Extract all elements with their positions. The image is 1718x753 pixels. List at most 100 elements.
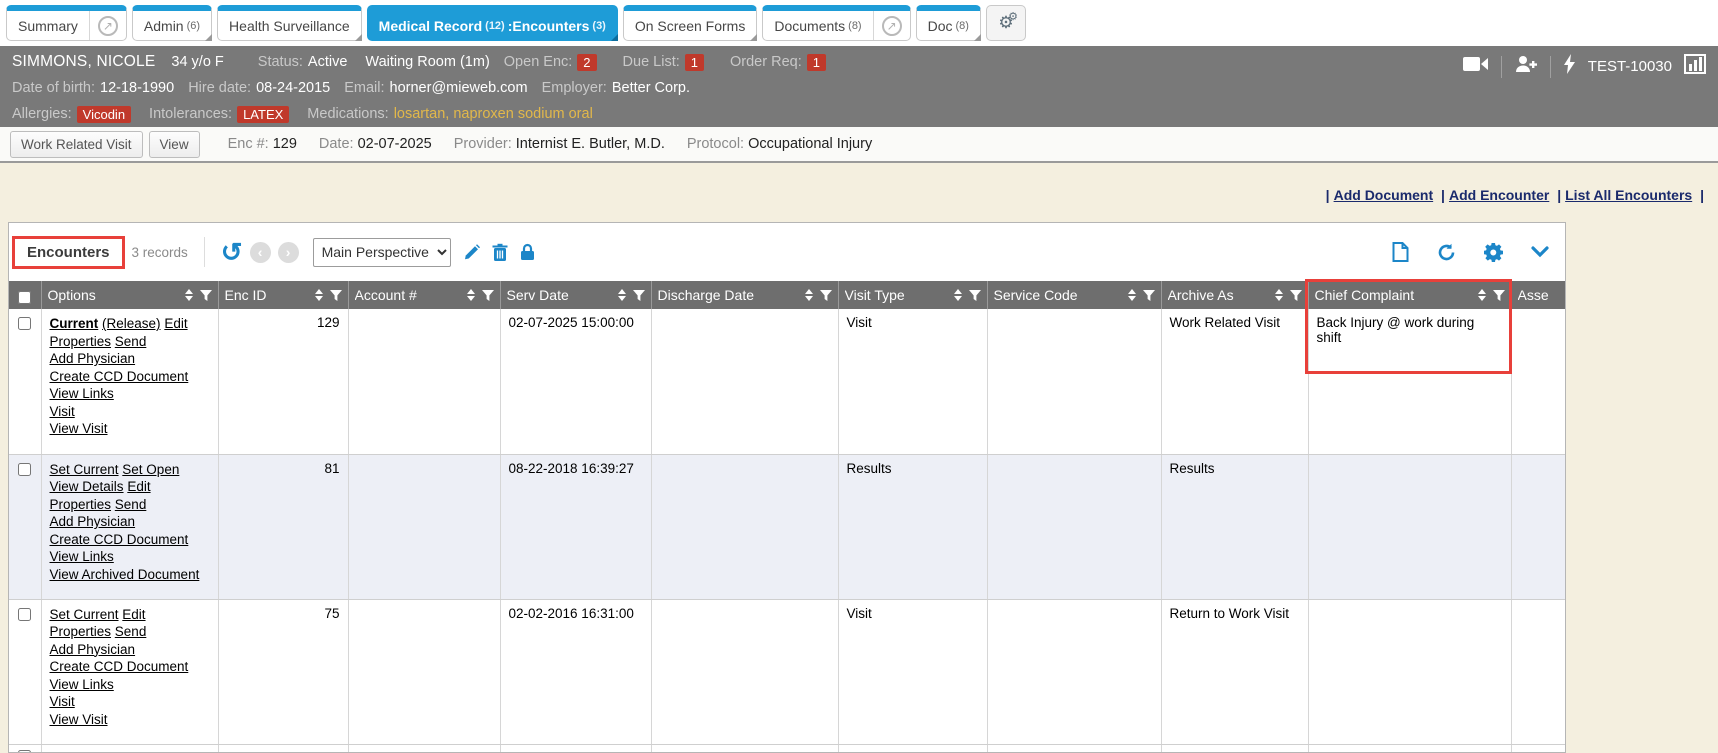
option-link-create-ccd-document[interactable]: Create CCD Document — [50, 369, 189, 384]
option-link-properties[interactable]: Properties — [50, 624, 112, 639]
column-header-enc-id[interactable]: Enc ID — [218, 281, 348, 309]
tab-medical-record[interactable]: Medical Record(12):Encounters(3) — [367, 5, 618, 41]
column-header-account-[interactable]: Account # — [348, 281, 500, 309]
tab-admin[interactable]: Admin(6) — [132, 5, 212, 41]
prev-page-icon[interactable]: ‹ — [250, 242, 271, 263]
option-link-send[interactable]: Send — [115, 624, 147, 639]
option-link-set-current[interactable]: Set Current — [50, 462, 119, 477]
list-all-encounters-link[interactable]: List All Encounters — [1565, 187, 1692, 203]
option-link-add-physician[interactable]: Add Physician — [50, 642, 136, 657]
add-encounter-link[interactable]: Add Encounter — [1449, 187, 1549, 203]
add-document-link[interactable]: Add Document — [1334, 187, 1434, 203]
filter-funnel-icon[interactable] — [482, 290, 494, 301]
column-header-options[interactable]: Options — [41, 281, 218, 309]
column-header-serv-date[interactable]: Serv Date — [500, 281, 651, 309]
view-button[interactable]: View — [149, 131, 200, 158]
column-header-archive-as[interactable]: Archive As — [1161, 281, 1308, 309]
sort-icon[interactable] — [954, 289, 962, 301]
sort-icon[interactable] — [467, 289, 475, 301]
open-enc-badge[interactable]: 2 — [577, 54, 596, 71]
option-link-view-links[interactable]: View Links — [50, 549, 114, 564]
tab-health-surveillance[interactable]: Health Surveillance — [217, 5, 362, 41]
option-link-view-visit[interactable]: View Visit — [50, 421, 108, 436]
column-header-service-code[interactable]: Service Code — [987, 281, 1161, 309]
sort-icon[interactable] — [805, 289, 813, 301]
row-checkbox[interactable] — [18, 608, 31, 621]
next-page-icon[interactable]: › — [278, 242, 299, 263]
column-header-discharge-date[interactable]: Discharge Date — [651, 281, 838, 309]
option-link-properties[interactable]: Properties — [50, 497, 112, 512]
tab-popout-section[interactable]: ↗ — [873, 11, 910, 40]
option-link-edit[interactable]: Edit — [164, 316, 187, 331]
option-link--release-[interactable]: (Release) — [102, 316, 161, 331]
option-link-send[interactable]: Send — [115, 497, 147, 512]
perspective-select[interactable]: Main Perspective — [313, 238, 451, 267]
option-link-current[interactable]: Current — [50, 316, 99, 331]
option-link-view-details[interactable]: View Details — [50, 479, 124, 494]
tab-summary[interactable]: Summary↗ — [6, 5, 127, 41]
new-document-icon[interactable] — [1392, 242, 1409, 262]
filter-funnel-icon[interactable] — [200, 290, 212, 301]
add-person-icon[interactable] — [1514, 54, 1538, 79]
option-link-set-current[interactable]: Set Current — [50, 607, 119, 622]
video-call-icon[interactable] — [1463, 55, 1489, 78]
intolerance-badge[interactable]: LATEX — [237, 106, 289, 123]
tab-settings-button[interactable]: ⚙ ⚙ — [986, 5, 1026, 41]
due-list-badge[interactable]: 1 — [685, 54, 704, 71]
order-req-badge[interactable]: 1 — [807, 54, 826, 71]
select-all-checkbox[interactable] — [18, 291, 31, 304]
sort-icon[interactable] — [618, 289, 626, 301]
refresh-icon[interactable] — [1437, 243, 1456, 262]
option-link-view-archived-document[interactable]: View Archived Document — [50, 567, 200, 582]
option-link-add-physician[interactable]: Add Physician — [50, 514, 136, 529]
sort-icon[interactable] — [315, 289, 323, 301]
row-checkbox[interactable] — [18, 750, 31, 753]
option-link-view-links[interactable]: View Links — [50, 677, 114, 692]
tab-doc[interactable]: Doc(8) — [916, 5, 981, 41]
sort-icon[interactable] — [1128, 289, 1136, 301]
edit-pencil-icon[interactable] — [463, 244, 480, 261]
intolerances-label: Intolerances: — [149, 106, 232, 122]
column-header-asse[interactable]: Asse — [1511, 281, 1566, 309]
sort-icon[interactable] — [1275, 289, 1283, 301]
column-header-visit-type[interactable]: Visit Type — [838, 281, 987, 309]
row-checkbox[interactable] — [18, 463, 31, 476]
option-link-visit[interactable]: Visit — [50, 404, 75, 419]
option-link-send[interactable]: Send — [115, 334, 147, 349]
row-checkbox[interactable] — [18, 317, 31, 330]
filter-funnel-icon[interactable] — [633, 290, 645, 301]
option-link-create-ccd-document[interactable]: Create CCD Document — [50, 659, 189, 674]
column-header-chief-complaint[interactable]: Chief Complaint — [1308, 281, 1511, 309]
option-link-create-ccd-document[interactable]: Create CCD Document — [50, 532, 189, 547]
work-related-visit-button[interactable]: Work Related Visit — [10, 131, 143, 158]
chart-stats-icon[interactable] — [1684, 54, 1706, 79]
sort-icon[interactable] — [1478, 289, 1486, 301]
filter-funnel-icon[interactable] — [1143, 290, 1155, 301]
delete-trash-icon[interactable] — [492, 243, 508, 261]
undo-icon[interactable]: ↺ — [221, 239, 243, 265]
sort-icon[interactable] — [185, 289, 193, 301]
tab-on-screen-forms[interactable]: On Screen Forms — [623, 5, 757, 41]
filter-funnel-icon[interactable] — [820, 290, 832, 301]
option-link-view-visit[interactable]: View Visit — [50, 712, 108, 727]
column-header-checkbox[interactable] — [9, 281, 41, 309]
option-link-edit[interactable]: Edit — [127, 479, 150, 494]
option-link-edit[interactable]: Edit — [122, 607, 145, 622]
option-link-properties[interactable]: Properties — [50, 334, 112, 349]
lock-icon[interactable] — [520, 243, 535, 261]
tab-popout-section[interactable]: ↗ — [89, 11, 126, 40]
chevron-down-icon[interactable] — [1531, 246, 1549, 258]
option-link-add-physician[interactable]: Add Physician — [50, 351, 136, 366]
medications-list[interactable]: losartan, naproxen sodium oral — [394, 106, 593, 122]
option-link-visit[interactable]: Visit — [50, 694, 75, 709]
option-link-view-links[interactable]: View Links — [50, 386, 114, 401]
filter-funnel-icon[interactable] — [330, 290, 342, 301]
lightning-icon[interactable] — [1563, 54, 1576, 79]
settings-gear-icon[interactable] — [1484, 243, 1503, 262]
filter-funnel-icon[interactable] — [969, 290, 981, 301]
tab-documents[interactable]: Documents(8)↗ — [762, 5, 910, 41]
filter-funnel-icon[interactable] — [1493, 290, 1505, 301]
option-link-set-open[interactable]: Set Open — [122, 462, 179, 477]
allergy-badge[interactable]: Vicodin — [77, 106, 131, 123]
filter-funnel-icon[interactable] — [1290, 290, 1302, 301]
